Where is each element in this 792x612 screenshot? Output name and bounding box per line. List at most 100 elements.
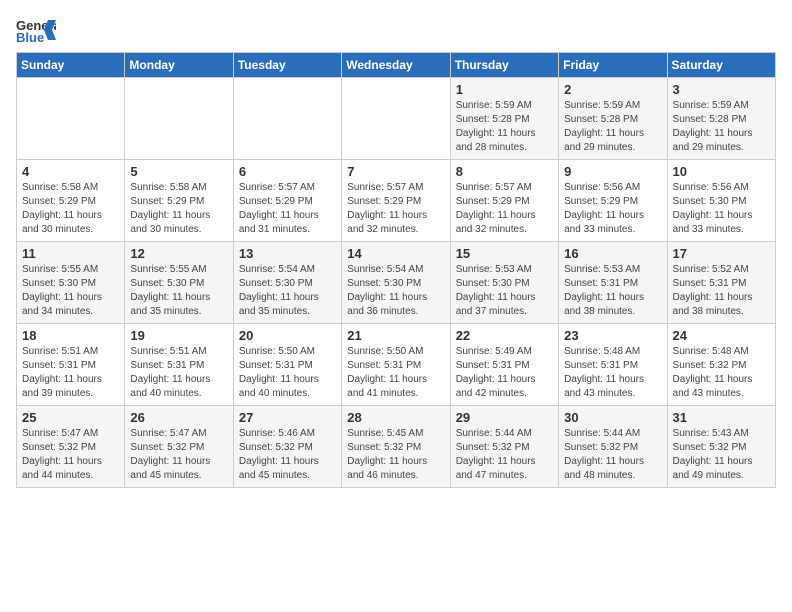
day-info: Sunrise: 5:49 AM Sunset: 5:31 PM Dayligh…	[456, 345, 553, 401]
day-number: 4	[22, 164, 119, 179]
calendar-cell: 17 Sunrise: 5:52 AM Sunset: 5:31 PM Dayli…	[667, 242, 775, 324]
day-info: Sunrise: 5:44 AM Sunset: 5:32 PM Dayligh…	[456, 427, 553, 483]
day-number: 17	[673, 246, 770, 261]
calendar-cell: 25 Sunrise: 5:47 AM Sunset: 5:32 PM Dayli…	[17, 406, 125, 488]
day-number: 22	[456, 328, 553, 343]
day-header-thursday: Thursday	[450, 53, 558, 78]
calendar-cell: 21 Sunrise: 5:50 AM Sunset: 5:31 PM Dayli…	[342, 324, 450, 406]
calendar-cell: 15 Sunrise: 5:53 AM Sunset: 5:30 PM Dayli…	[450, 242, 558, 324]
calendar-cell	[125, 78, 233, 160]
day-info: Sunrise: 5:57 AM Sunset: 5:29 PM Dayligh…	[347, 181, 444, 237]
calendar-cell: 5 Sunrise: 5:58 AM Sunset: 5:29 PM Daylig…	[125, 160, 233, 242]
calendar-cell: 3 Sunrise: 5:59 AM Sunset: 5:28 PM Daylig…	[667, 78, 775, 160]
day-info: Sunrise: 5:43 AM Sunset: 5:32 PM Dayligh…	[673, 427, 770, 483]
day-number: 8	[456, 164, 553, 179]
day-info: Sunrise: 5:47 AM Sunset: 5:32 PM Dayligh…	[22, 427, 119, 483]
calendar-cell: 4Sunrise: 5:58 AM Sunset: 5:29 PM Daylig…	[17, 160, 125, 242]
day-info: Sunrise: 5:45 AM Sunset: 5:32 PM Dayligh…	[347, 427, 444, 483]
day-number: 7	[347, 164, 444, 179]
day-number: 5	[130, 164, 227, 179]
calendar-cell: 18 Sunrise: 5:51 AM Sunset: 5:31 PM Dayli…	[17, 324, 125, 406]
day-number: 26	[130, 410, 227, 425]
calendar-cell: 9 Sunrise: 5:56 AM Sunset: 5:29 PM Daylig…	[559, 160, 667, 242]
day-number: 18	[22, 328, 119, 343]
day-info: Sunrise: 5:47 AM Sunset: 5:32 PM Dayligh…	[130, 427, 227, 483]
calendar-cell	[17, 78, 125, 160]
day-info: Sunrise: 5:56 AM Sunset: 5:30 PM Dayligh…	[673, 181, 770, 237]
calendar-cell: 16 Sunrise: 5:53 AM Sunset: 5:31 PM Dayli…	[559, 242, 667, 324]
calendar-cell: 2 Sunrise: 5:59 AM Sunset: 5:28 PM Daylig…	[559, 78, 667, 160]
day-info: Sunrise: 5:55 AM Sunset: 5:30 PM Dayligh…	[22, 263, 119, 319]
day-info: Sunrise: 5:51 AM Sunset: 5:31 PM Dayligh…	[22, 345, 119, 401]
day-number: 9	[564, 164, 661, 179]
day-info: Sunrise: 5:44 AM Sunset: 5:32 PM Dayligh…	[564, 427, 661, 483]
day-info: Sunrise: 5:59 AM Sunset: 5:28 PM Dayligh…	[564, 99, 661, 155]
day-info: Sunrise: 5:46 AM Sunset: 5:32 PM Dayligh…	[239, 427, 336, 483]
day-number: 21	[347, 328, 444, 343]
calendar-cell: 1 Sunrise: 5:59 AM Sunset: 5:28 PM Daylig…	[450, 78, 558, 160]
calendar-cell: 28 Sunrise: 5:45 AM Sunset: 5:32 PM Dayli…	[342, 406, 450, 488]
day-number: 25	[22, 410, 119, 425]
calendar-cell: 10 Sunrise: 5:56 AM Sunset: 5:30 PM Dayli…	[667, 160, 775, 242]
calendar-cell	[233, 78, 341, 160]
calendar-cell: 12 Sunrise: 5:55 AM Sunset: 5:30 PM Dayli…	[125, 242, 233, 324]
day-info: Sunrise: 5:57 AM Sunset: 5:29 PM Dayligh…	[239, 181, 336, 237]
day-header-friday: Friday	[559, 53, 667, 78]
calendar-cell: 23 Sunrise: 5:48 AM Sunset: 5:31 PM Dayli…	[559, 324, 667, 406]
day-info: Sunrise: 5:59 AM Sunset: 5:28 PM Dayligh…	[673, 99, 770, 155]
day-number: 20	[239, 328, 336, 343]
day-number: 27	[239, 410, 336, 425]
calendar-cell: 7 Sunrise: 5:57 AM Sunset: 5:29 PM Daylig…	[342, 160, 450, 242]
calendar-cell: 26 Sunrise: 5:47 AM Sunset: 5:32 PM Dayli…	[125, 406, 233, 488]
day-header-wednesday: Wednesday	[342, 53, 450, 78]
day-number: 16	[564, 246, 661, 261]
calendar-cell: 30 Sunrise: 5:44 AM Sunset: 5:32 PM Dayli…	[559, 406, 667, 488]
calendar-cell: 14Sunrise: 5:54 AM Sunset: 5:30 PM Dayli…	[342, 242, 450, 324]
day-number: 12	[130, 246, 227, 261]
calendar-cell: 29 Sunrise: 5:44 AM Sunset: 5:32 PM Dayli…	[450, 406, 558, 488]
day-info: Sunrise: 5:57 AM Sunset: 5:29 PM Dayligh…	[456, 181, 553, 237]
calendar-cell: 6Sunrise: 5:57 AM Sunset: 5:29 PM Daylig…	[233, 160, 341, 242]
day-info: Sunrise: 5:48 AM Sunset: 5:32 PM Dayligh…	[673, 345, 770, 401]
day-number: 10	[673, 164, 770, 179]
day-header-sunday: Sunday	[17, 53, 125, 78]
day-number: 30	[564, 410, 661, 425]
day-number: 23	[564, 328, 661, 343]
svg-text:Blue: Blue	[16, 30, 44, 44]
day-info: Sunrise: 5:52 AM Sunset: 5:31 PM Dayligh…	[673, 263, 770, 319]
calendar-cell	[342, 78, 450, 160]
day-info: Sunrise: 5:50 AM Sunset: 5:31 PM Dayligh…	[239, 345, 336, 401]
day-info: Sunrise: 5:50 AM Sunset: 5:31 PM Dayligh…	[347, 345, 444, 401]
day-info: Sunrise: 5:53 AM Sunset: 5:30 PM Dayligh…	[456, 263, 553, 319]
calendar-table: SundayMondayTuesdayWednesdayThursdayFrid…	[16, 52, 776, 488]
day-number: 11	[22, 246, 119, 261]
day-number: 2	[564, 82, 661, 97]
logo: General Blue	[16, 16, 56, 44]
day-number: 28	[347, 410, 444, 425]
day-info: Sunrise: 5:56 AM Sunset: 5:29 PM Dayligh…	[564, 181, 661, 237]
day-number: 3	[673, 82, 770, 97]
calendar-cell: 11 Sunrise: 5:55 AM Sunset: 5:30 PM Dayli…	[17, 242, 125, 324]
day-header-monday: Monday	[125, 53, 233, 78]
calendar-cell: 20 Sunrise: 5:50 AM Sunset: 5:31 PM Dayli…	[233, 324, 341, 406]
generalblue-icon: General Blue	[16, 16, 56, 44]
day-number: 14	[347, 246, 444, 261]
day-number: 24	[673, 328, 770, 343]
calendar-cell: 8 Sunrise: 5:57 AM Sunset: 5:29 PM Daylig…	[450, 160, 558, 242]
day-info: Sunrise: 5:54 AM Sunset: 5:30 PM Dayligh…	[239, 263, 336, 319]
calendar-cell: 22 Sunrise: 5:49 AM Sunset: 5:31 PM Dayli…	[450, 324, 558, 406]
day-number: 29	[456, 410, 553, 425]
day-number: 13	[239, 246, 336, 261]
day-number: 1	[456, 82, 553, 97]
day-info: Sunrise: 5:58 AM Sunset: 5:29 PM Dayligh…	[130, 181, 227, 237]
day-number: 31	[673, 410, 770, 425]
calendar-cell: 24 Sunrise: 5:48 AM Sunset: 5:32 PM Dayli…	[667, 324, 775, 406]
day-info: Sunrise: 5:55 AM Sunset: 5:30 PM Dayligh…	[130, 263, 227, 319]
calendar-cell: 19Sunrise: 5:51 AM Sunset: 5:31 PM Dayli…	[125, 324, 233, 406]
day-info: Sunrise: 5:48 AM Sunset: 5:31 PM Dayligh…	[564, 345, 661, 401]
day-info: Sunrise: 5:53 AM Sunset: 5:31 PM Dayligh…	[564, 263, 661, 319]
day-info: Sunrise: 5:59 AM Sunset: 5:28 PM Dayligh…	[456, 99, 553, 155]
day-number: 15	[456, 246, 553, 261]
calendar-cell: 13 Sunrise: 5:54 AM Sunset: 5:30 PM Dayli…	[233, 242, 341, 324]
calendar-cell: 27 Sunrise: 5:46 AM Sunset: 5:32 PM Dayli…	[233, 406, 341, 488]
